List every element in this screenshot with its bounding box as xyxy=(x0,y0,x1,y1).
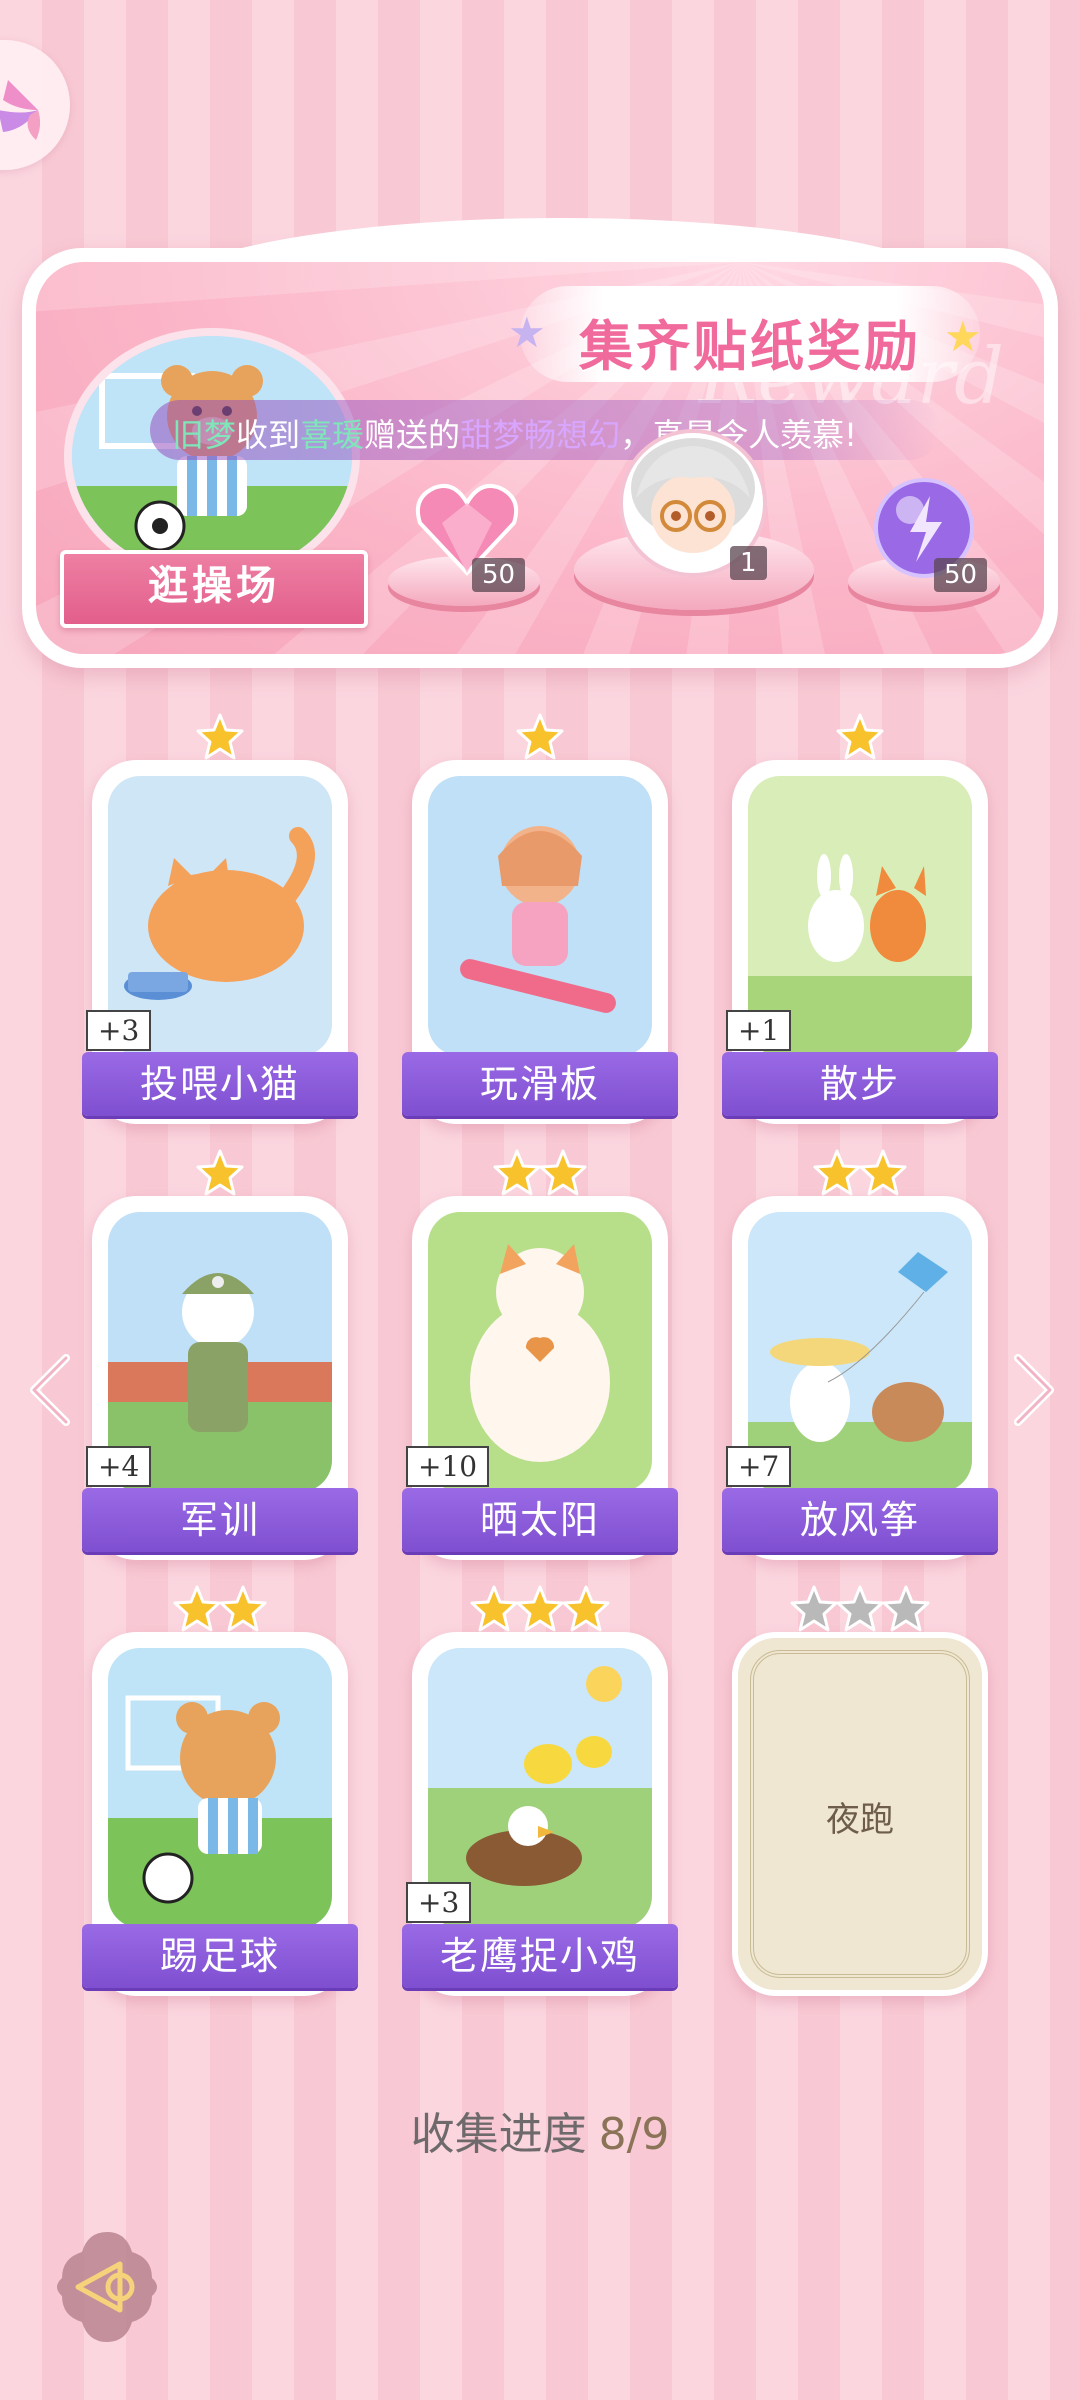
receiver-name: 喜瑗 xyxy=(300,416,365,454)
card-label: 散步 xyxy=(819,1062,900,1106)
bonus-badge: +10 xyxy=(406,1446,490,1487)
card-ribbon: 军训 xyxy=(82,1488,358,1552)
next-page-arrow-icon[interactable] xyxy=(1004,1350,1064,1430)
star-icon xyxy=(836,1585,884,1632)
star-icon xyxy=(516,713,564,760)
card-label: 老鹰捉小鸡 xyxy=(439,1934,640,1978)
sticker-card[interactable]: 晒太阳 +10 xyxy=(402,1149,678,1560)
card-ribbon: 散步 xyxy=(722,1052,998,1116)
card-ribbon: 玩滑板 xyxy=(402,1052,678,1116)
sticker-card[interactable]: 老鹰捉小鸡 +3 xyxy=(402,1585,678,1996)
star-rating xyxy=(92,1148,348,1198)
card-ribbon: 放风筝 xyxy=(722,1488,998,1552)
star-icon xyxy=(539,1149,587,1196)
star-icon xyxy=(173,1585,221,1632)
banner-title: 集齐贴纸奖励 xyxy=(520,286,980,382)
star-icon xyxy=(859,1149,907,1196)
reward-count: 1 xyxy=(730,546,767,580)
star-icon xyxy=(493,1149,541,1196)
sticker-card[interactable]: 玩滑板 xyxy=(402,713,678,1124)
sticker-card[interactable]: 投喂小猫 +3 xyxy=(82,713,358,1124)
sticker-image xyxy=(108,1648,332,1928)
sticker-card[interactable]: 踢足球 xyxy=(82,1585,358,1996)
card-label: 玩滑板 xyxy=(479,1062,600,1106)
card-label: 投喂小猫 xyxy=(139,1062,300,1106)
card-ribbon: 老鹰捉小鸡 xyxy=(402,1924,678,1988)
prev-page-arrow-icon[interactable] xyxy=(20,1350,80,1430)
sticker-card[interactable]: 散步 +1 xyxy=(722,713,998,1124)
star-rating xyxy=(732,1584,988,1634)
star-icon xyxy=(790,1585,838,1632)
sticker-card[interactable]: 放风筝 +7 xyxy=(722,1149,998,1560)
broadcast-marquee: 旧梦收到喜瑗赠送的甜梦畅想幻，真是令人羡慕! xyxy=(150,400,940,460)
menu-button[interactable] xyxy=(0,40,70,170)
star-icon xyxy=(219,1585,267,1632)
star-icon xyxy=(882,1585,930,1632)
reward-count: 50 xyxy=(934,558,988,592)
star-icon xyxy=(813,1149,861,1196)
star-decoration-icon: ★ xyxy=(508,308,546,357)
star-rating xyxy=(732,712,988,762)
sticker-image xyxy=(428,776,652,1056)
star-icon xyxy=(516,1585,564,1632)
star-icon xyxy=(836,713,884,760)
sticker-card[interactable]: 军训 +4 xyxy=(82,1149,358,1560)
bonus-badge: +7 xyxy=(726,1446,792,1487)
star-rating xyxy=(412,1148,668,1198)
card-label: 踢足球 xyxy=(159,1934,280,1978)
card-ribbon: 投喂小猫 xyxy=(82,1052,358,1116)
reward-count: 50 xyxy=(472,558,526,592)
card-ribbon: 晒太阳 xyxy=(402,1488,678,1552)
star-icon xyxy=(196,713,244,760)
progress-label: 收集进度 xyxy=(410,2109,587,2160)
star-rating xyxy=(92,712,348,762)
sender-name: 旧梦 xyxy=(172,416,237,454)
card-label: 放风筝 xyxy=(799,1498,920,1542)
card-label: 军训 xyxy=(179,1498,260,1542)
collection-progress: 收集进度 8/9 xyxy=(0,2098,1080,2162)
star-icon xyxy=(470,1585,518,1632)
star-rating xyxy=(732,1148,988,1198)
star-rating xyxy=(92,1584,348,1634)
card-ribbon: 踢足球 xyxy=(82,1924,358,1988)
bonus-badge: +1 xyxy=(726,1010,792,1051)
star-icon xyxy=(562,1585,610,1632)
bonus-badge: +3 xyxy=(86,1010,152,1051)
star-decoration-icon: ★ xyxy=(944,312,982,361)
bonus-badge: +4 xyxy=(86,1446,152,1487)
back-button[interactable] xyxy=(48,2228,166,2346)
star-rating xyxy=(412,712,668,762)
gift-name: 甜梦畅想幻 xyxy=(460,416,621,454)
star-rating xyxy=(412,1584,668,1634)
flower-icon xyxy=(0,80,41,140)
progress-value: 8/9 xyxy=(598,2109,670,2160)
card-label: 夜跑 xyxy=(826,1800,894,1840)
place-label: 逛操场 xyxy=(60,550,368,628)
sticker-card[interactable]: 夜跑 xyxy=(732,1585,988,1996)
star-icon xyxy=(196,1149,244,1196)
card-label: 晒太阳 xyxy=(479,1498,600,1542)
bonus-badge: +3 xyxy=(406,1882,472,1923)
